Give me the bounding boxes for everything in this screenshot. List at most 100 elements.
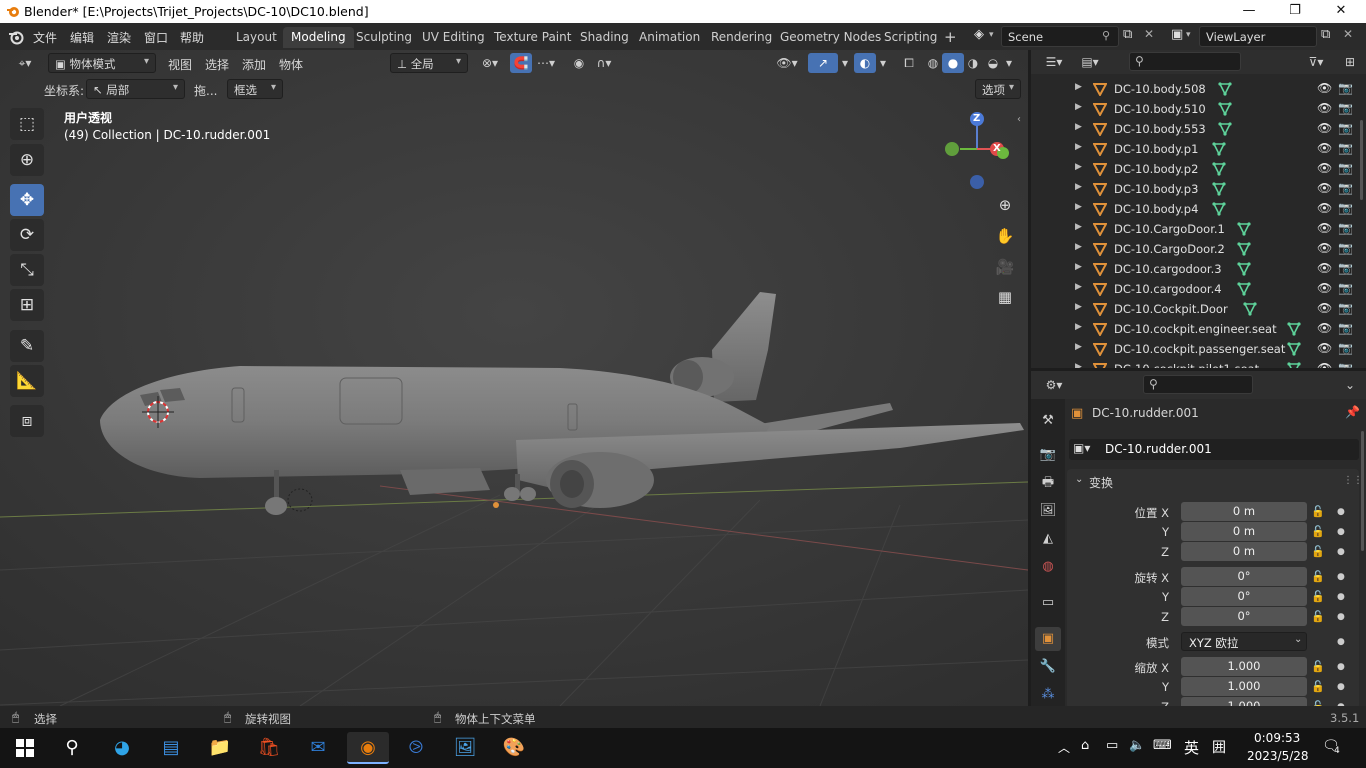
mesh-data-icon[interactable]	[1218, 122, 1232, 136]
keyframe-dot-icon[interactable]: ●	[1337, 682, 1345, 692]
rotation-y-field[interactable]: 0°	[1181, 587, 1307, 606]
expand-arrow-icon[interactable]: ▶	[1075, 302, 1082, 312]
tab-shading[interactable]: Shading	[572, 27, 637, 48]
render-camera-icon[interactable]: 📷	[1338, 201, 1353, 215]
expand-arrow-icon[interactable]: ▶	[1075, 322, 1082, 332]
chevron-down-icon[interactable]: ▾	[876, 53, 890, 73]
object-datablock-field[interactable]: ▣▾ DC-10.rudder.001	[1069, 439, 1359, 460]
outliner-item-name[interactable]: DC-10.cockpit.engineer.seat	[1114, 322, 1277, 336]
expand-arrow-icon[interactable]: ▶	[1075, 362, 1082, 368]
chevron-up-icon[interactable]: ︿	[1058, 739, 1070, 756]
outliner-item-name[interactable]: DC-10.CargoDoor.2	[1114, 242, 1225, 256]
drag-handle-icon[interactable]: ⋮⋮	[1343, 475, 1363, 486]
tab-uv-editing[interactable]: UV Editing	[414, 27, 493, 48]
scale-y-field[interactable]: 1.000	[1181, 677, 1307, 696]
viewport-scene[interactable]	[0, 50, 1028, 706]
tab-scripting[interactable]: Scripting	[876, 27, 945, 48]
render-camera-icon[interactable]: 📷	[1338, 301, 1353, 315]
lock-icon[interactable]: 🔓	[1311, 505, 1325, 518]
pin-icon[interactable]: 📌	[1345, 405, 1360, 419]
search-icon[interactable]: ⚲	[55, 732, 89, 764]
tab-geometry-nodes[interactable]: Geometry Nodes	[772, 27, 889, 48]
visibility-eye-icon[interactable]: 👁	[1317, 221, 1332, 235]
menu-window[interactable]: 窗口	[144, 29, 168, 46]
expand-arrow-icon[interactable]: ▶	[1075, 242, 1082, 252]
visibility-eye-icon[interactable]: 👁	[1317, 161, 1332, 175]
rotation-x-field[interactable]: 0°	[1181, 567, 1307, 586]
rotation-mode-dropdown[interactable]: XYZ 欧拉 ⌄	[1181, 632, 1307, 651]
visibility-eye-icon[interactable]: 👁	[1317, 341, 1332, 355]
mesh-data-icon[interactable]	[1287, 342, 1301, 356]
chevron-down-icon[interactable]: ⌄	[1339, 375, 1361, 395]
outliner-row[interactable]: ▶ DC-10.CargoDoor.2 👁 📷	[1031, 239, 1366, 259]
render-camera-icon[interactable]: 📷	[1338, 361, 1353, 368]
outliner-item-name[interactable]: DC-10.body.510	[1114, 102, 1206, 116]
location-x-field[interactable]: 0 m	[1181, 502, 1307, 521]
pivot-point-icon[interactable]: ⊗▾	[476, 53, 504, 73]
visibility-eye-icon[interactable]: 👁	[1317, 321, 1332, 335]
outliner-item-name[interactable]: DC-10.body.p2	[1114, 162, 1198, 176]
new-scene-icon[interactable]: ⧉	[1123, 27, 1132, 42]
menu-select[interactable]: 选择	[205, 56, 229, 73]
tab-animation[interactable]: Animation	[631, 27, 708, 48]
outliner-row[interactable]: ▶ DC-10.body.510 👁 📷	[1031, 99, 1366, 119]
tab-sculpting[interactable]: Sculpting	[348, 27, 420, 48]
menu-file[interactable]: 文件	[33, 29, 57, 46]
outliner-search-input[interactable]: ⚲	[1129, 52, 1241, 71]
mail-icon[interactable]: ✉	[301, 732, 335, 764]
editor-type-icon[interactable]: ☰▾	[1039, 52, 1069, 72]
expand-arrow-icon[interactable]: ▶	[1075, 162, 1082, 172]
blender-menu-icon[interactable]	[8, 29, 24, 45]
rotate-tool[interactable]: ⟳	[10, 219, 44, 251]
filter-icon[interactable]: ⊽▾	[1301, 52, 1331, 72]
render-camera-icon[interactable]: 📷	[1338, 101, 1353, 115]
outliner-item-name[interactable]: DC-10.body.553	[1114, 122, 1206, 136]
render-camera-icon[interactable]: 📷	[1338, 321, 1353, 335]
chevron-down-icon[interactable]: ▾	[838, 53, 852, 73]
minimize-button[interactable]: —	[1226, 0, 1272, 23]
outliner-item-name[interactable]: DC-10.body.p3	[1114, 182, 1198, 196]
outliner-row[interactable]: ▶ DC-10.body.p2 👁 📷	[1031, 159, 1366, 179]
particles-tab-icon[interactable]: ⁂	[1035, 683, 1061, 706]
outliner-item-name[interactable]: DC-10.body.p1	[1114, 142, 1198, 156]
powershell-icon[interactable]: ⧁	[399, 732, 433, 764]
menu-object[interactable]: 物体	[279, 56, 303, 73]
scene-name-field[interactable]: Scene ⚲	[1001, 26, 1119, 47]
chevron-down-icon[interactable]: ⌄	[1075, 474, 1083, 485]
expand-arrow-icon[interactable]: ▶	[1075, 182, 1082, 192]
new-viewlayer-icon[interactable]: ⧉	[1321, 27, 1330, 42]
sidebar-toggle-icon[interactable]: ‹	[1017, 114, 1021, 125]
outliner-row[interactable]: ▶ DC-10.body.p1 👁 📷	[1031, 139, 1366, 159]
visibility-eye-icon[interactable]: 👁▾	[772, 53, 802, 73]
output-tab-icon[interactable]: 🖶	[1035, 471, 1061, 495]
ime-mode-icon[interactable]: 囲	[1212, 737, 1226, 757]
render-camera-icon[interactable]: 📷	[1338, 121, 1353, 135]
keyframe-dot-icon[interactable]: ●	[1337, 527, 1345, 537]
render-camera-icon[interactable]: 📷	[1338, 161, 1353, 175]
keyboard-icon[interactable]: ⌨	[1153, 738, 1172, 753]
blender-taskbar-icon[interactable]: ◉	[347, 732, 389, 764]
select-box-tool[interactable]: ⬚	[10, 108, 44, 140]
outliner-row[interactable]: ▶ DC-10.body.553 👁 📷	[1031, 119, 1366, 139]
transform-tool[interactable]: ⊞	[10, 289, 44, 321]
outliner-item-name[interactable]: DC-10.Cockpit.Door	[1114, 302, 1228, 316]
visibility-eye-icon[interactable]: 👁	[1317, 301, 1332, 315]
rendered-shading-icon[interactable]: ◒	[982, 53, 1004, 73]
viewlayer-name-field[interactable]: ViewLayer	[1199, 26, 1317, 47]
mesh-data-icon[interactable]	[1212, 142, 1226, 156]
remove-viewlayer-icon[interactable]: ✕	[1343, 27, 1353, 41]
lock-icon[interactable]: 🔓	[1311, 590, 1325, 603]
render-camera-icon[interactable]: 📷	[1338, 341, 1353, 355]
paint-icon[interactable]: 🎨	[497, 732, 531, 764]
outliner-row[interactable]: ▶ DC-10.cargodoor.4 👁 📷	[1031, 279, 1366, 299]
location-z-field[interactable]: 0 m	[1181, 542, 1307, 561]
mesh-data-icon[interactable]	[1287, 322, 1301, 336]
outliner-row[interactable]: ▶ DC-10.body.p3 👁 📷	[1031, 179, 1366, 199]
add-workspace-button[interactable]: +	[936, 25, 965, 46]
visibility-eye-icon[interactable]: 👁	[1317, 261, 1332, 275]
wireframe-shading-icon[interactable]: ◍	[922, 53, 944, 73]
render-tab-icon[interactable]: 📷	[1035, 443, 1061, 467]
chevron-down-icon[interactable]: ▾	[1002, 53, 1016, 73]
mesh-data-icon[interactable]	[1212, 182, 1226, 196]
editor-type-icon[interactable]: ⌖▾	[10, 53, 40, 73]
